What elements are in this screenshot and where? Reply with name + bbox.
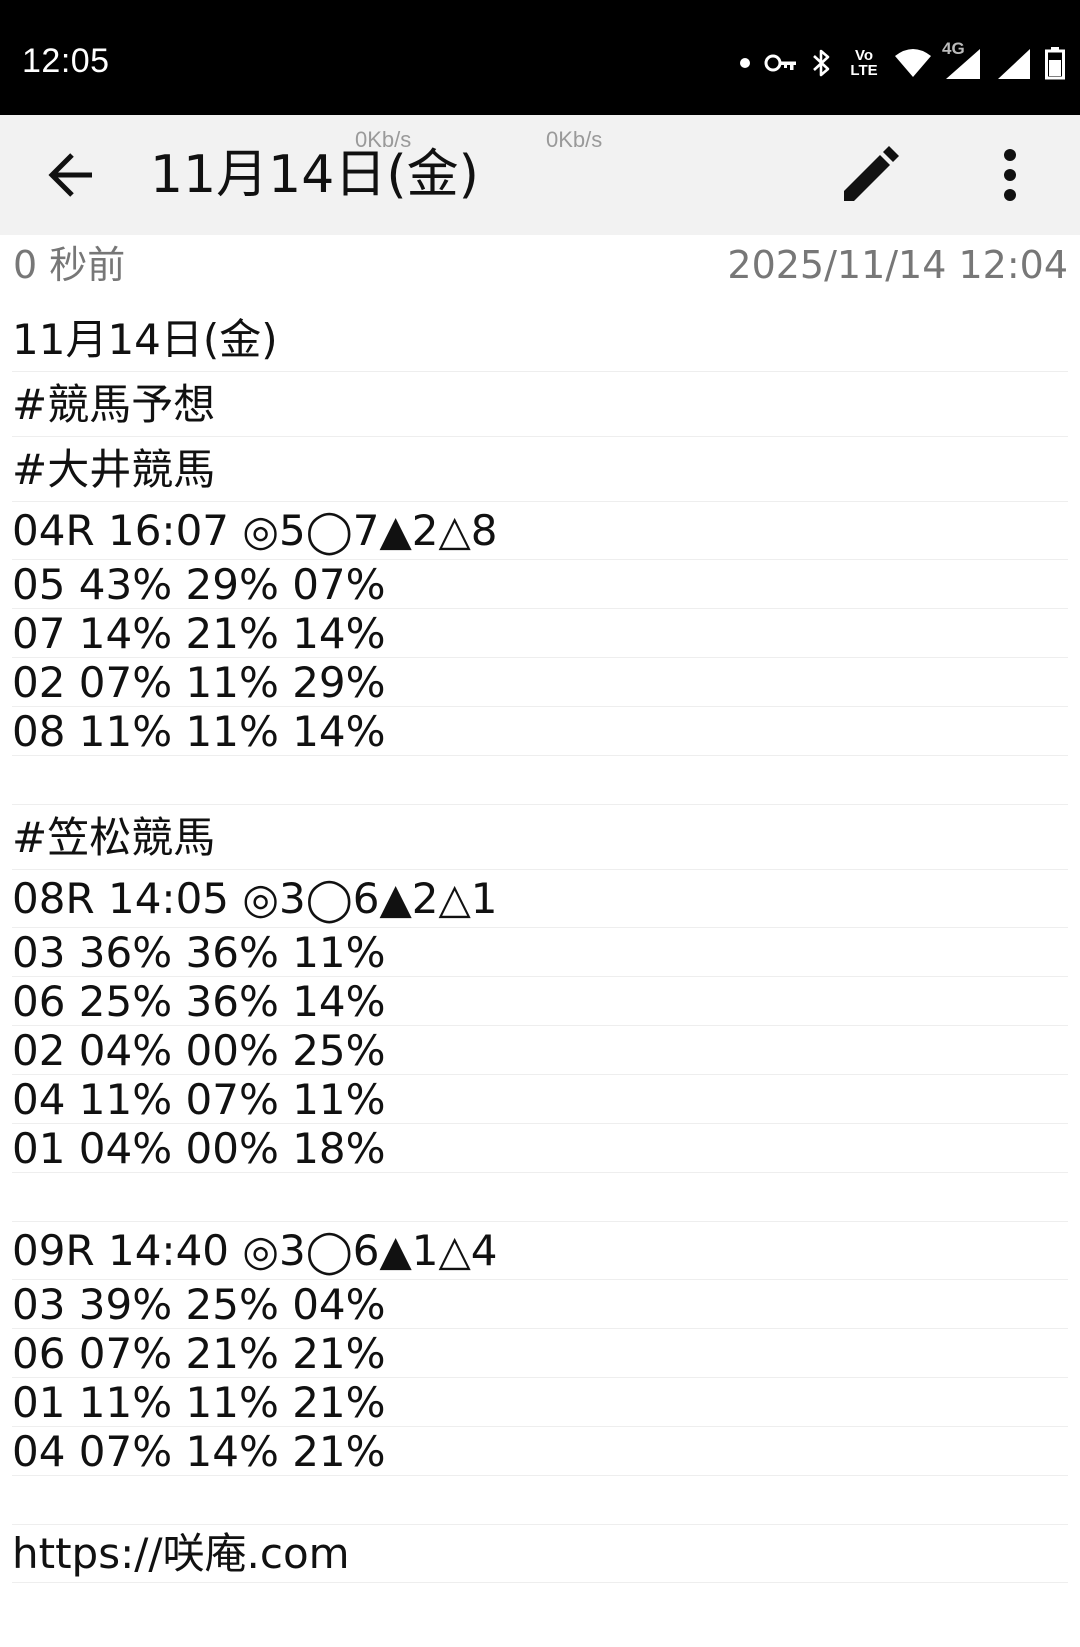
status-bar: 12:05 Vo LTE 4G — [0, 0, 1080, 115]
note-line: 06 07% 21% 21% — [12, 1329, 1068, 1378]
more-options-button[interactable] — [970, 139, 1050, 211]
notification-dot-icon — [740, 58, 750, 68]
note-race-line: 09R 14:40 ◎3◯6▲1△4 — [12, 1222, 1068, 1280]
pencil-icon — [844, 146, 899, 201]
page-title: 11月14日(金) — [150, 145, 479, 205]
bluetooth-icon — [813, 49, 830, 77]
timestamp: 2025/11/14 12:04 — [727, 243, 1068, 287]
note-line: 04 11% 07% 11% — [12, 1075, 1068, 1124]
note-line: 01 11% 11% 21% — [12, 1378, 1068, 1427]
note-line: 01 04% 00% 18% — [12, 1124, 1068, 1173]
vpn-key-icon — [764, 54, 796, 72]
note-blank-line — [12, 1476, 1068, 1525]
back-arrow-icon — [48, 153, 92, 197]
note-line: 02 07% 11% 29% — [12, 658, 1068, 707]
note-blank-line — [12, 1173, 1068, 1222]
note-line: 07 14% 21% 14% — [12, 609, 1068, 658]
note-hashtag-line: #競馬予想 — [12, 372, 1068, 437]
note-hashtag-line: #大井競馬 — [12, 437, 1068, 502]
net-speed-overlay: 0Kb/s — [546, 127, 603, 152]
note-line: 02 04% 00% 25% — [12, 1026, 1068, 1075]
note-line: 11月14日(金) — [12, 307, 1068, 372]
wifi-icon — [895, 49, 931, 77]
note-line: 03 39% 25% 04% — [12, 1280, 1068, 1329]
note-link-line: https://咲庵.com — [12, 1525, 1068, 1583]
net-speed-overlay: 0Kb/s — [355, 127, 412, 152]
note-race-line: 04R 16:07 ◎5◯7▲2△8 — [12, 502, 1068, 560]
relative-time: 0 秒前 — [13, 243, 126, 287]
note-line: 03 36% 36% 11% — [12, 928, 1068, 977]
note-line: 04 07% 14% 21% — [12, 1427, 1068, 1476]
status-time: 12:05 — [22, 42, 110, 80]
back-button[interactable] — [30, 139, 110, 211]
more-vert-icon — [1004, 149, 1016, 201]
note-line: 05 43% 29% 07% — [12, 560, 1068, 609]
signal-strength-icon — [998, 49, 1030, 79]
volte-icon: Vo LTE — [850, 47, 878, 79]
mobile-signal-4g-icon: 4G — [942, 39, 984, 81]
status-icons: Vo LTE 4G — [738, 39, 1066, 86]
note-line: 06 25% 36% 14% — [12, 977, 1068, 1026]
app-bar: 11月14日(金) 0Kb/s 0Kb/s — [0, 115, 1080, 235]
edit-button[interactable] — [830, 139, 910, 211]
note-line: 08 11% 11% 14% — [12, 707, 1068, 756]
battery-icon — [1045, 47, 1065, 80]
note-race-line: 08R 14:05 ◎3◯6▲2△1 — [12, 870, 1068, 928]
note-hashtag-line: #笠松競馬 — [12, 805, 1068, 870]
note-blank-line — [12, 756, 1068, 805]
